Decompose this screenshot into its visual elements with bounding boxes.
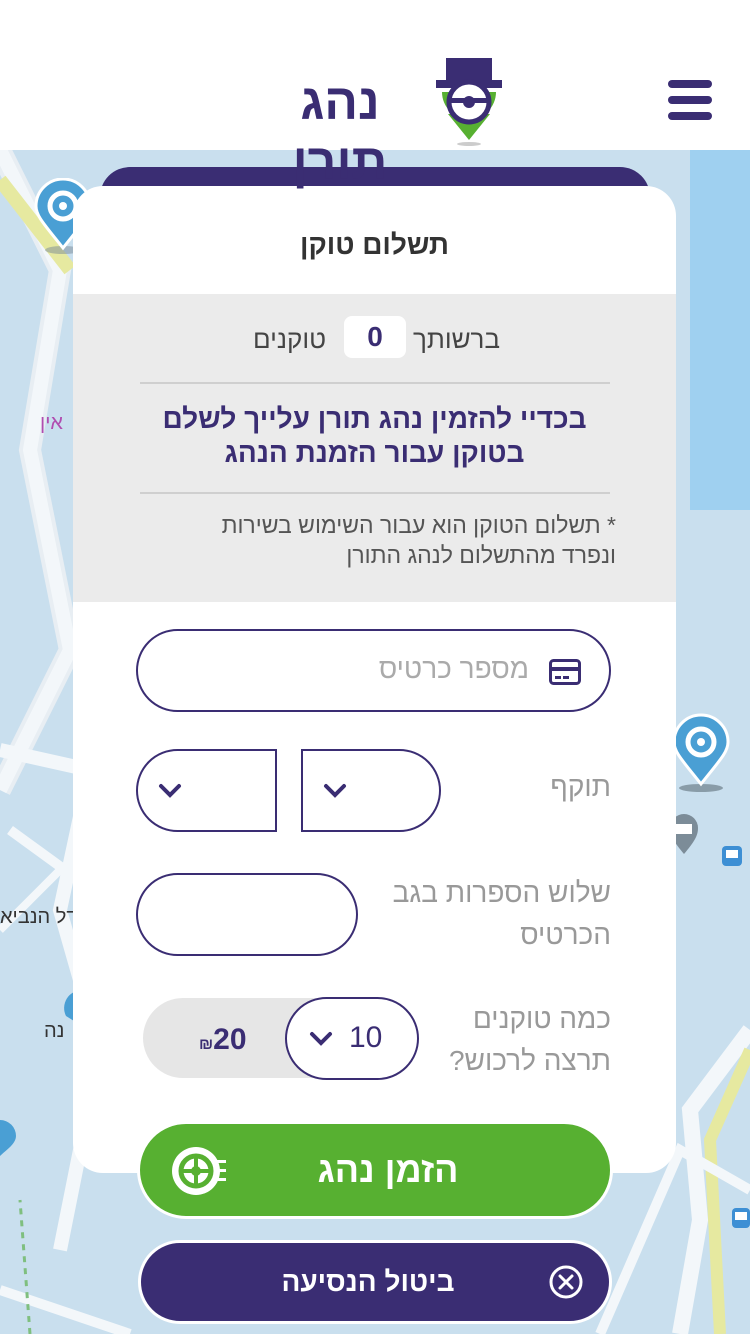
balance-value: 0 [344,316,406,358]
payment-disclaimer: * תשלום הטוקן הוא עבור השימוש בשירות ונפ… [133,510,616,570]
quantity-label: כמה טוקנים תרצה לרכוש? [449,998,611,1082]
divider [140,492,610,494]
cvv-label-line: שלוש הספרות בגב [392,877,611,908]
map-label: נה [44,1020,65,1042]
token-payment-card: תשלום טוקן ברשותך 0 טוקנים בכדיי להזמין … [73,186,676,1173]
disclaimer-line: ונפרד מהתשלום לנהג התורן [346,542,616,568]
price-value: ₪20 [199,1023,247,1057]
disclaimer-line: * תשלום הטוקן הוא עבור השימוש בשירות [221,512,616,538]
cvv-label-line: הכרטיס [520,919,611,950]
order-driver-label: הזמן נהג [317,1149,459,1190]
chevron-down-icon [324,784,346,798]
currency-symbol: ₪ [199,1036,214,1053]
driver-pin-icon[interactable] [672,712,730,792]
chevron-down-icon [310,1032,332,1046]
bus-stop-icon [722,846,742,866]
bus-stop-icon [732,1208,750,1228]
cvv-label: שלוש הספרות בגב הכרטיס [393,872,611,956]
payment-notice: בכדיי להזמין נהג תורן עלייך לשלם בטוקן ע… [113,402,636,470]
quantity-value: 10 [349,1021,383,1054]
brand-logo[interactable]: נהג תורן [250,58,502,190]
card-title: תשלום טוקן [300,229,449,260]
order-driver-button[interactable]: הזמן נהג [137,1121,613,1219]
app-screen: אין דל הנביא נה נהג תורן תשלום טוקן ברשו… [0,0,750,1334]
quantity-label-line: תרצה לרכוש? [448,1045,611,1076]
divider [140,382,610,384]
brand-name: נהג תורן [292,74,388,190]
credit-card-icon [549,659,581,685]
expiry-label: תוקף [550,771,611,802]
cancel-ride-label: ביטול הנסיעה [281,1266,455,1297]
cancel-ride-button[interactable]: ביטול הנסיעה [138,1240,612,1324]
balance-info-panel: ברשותך 0 טוקנים בכדיי להזמין נהג תורן על… [73,294,676,602]
balance-suffix: טוקנים [253,324,327,354]
map-label: אין [40,412,63,434]
card-number-placeholder: מספר כרטיס [378,653,529,684]
balance-row: ברשותך 0 טוקנים [73,316,676,360]
balance-prefix: ברשותך [412,324,500,354]
menu-icon[interactable] [668,80,712,120]
expiry-year-select[interactable] [136,749,277,832]
expiry-month-select[interactable] [301,749,441,832]
shopping-pin-icon [0,1116,16,1160]
cvv-input[interactable] [136,873,358,956]
quantity-label-line: כמה טוקנים [472,1003,611,1034]
app-header: נהג תורן [0,0,750,190]
close-circle-icon [549,1265,583,1299]
map-label: דל הנביא [0,906,78,928]
token-quantity-select[interactable]: 10 [285,997,419,1080]
driver-logo-icon [436,58,502,146]
notice-line: בטוקן עבור הזמנת הנהג [224,437,525,468]
chevron-down-icon [159,784,181,798]
notice-line: בכדיי להזמין נהג תורן עלייך לשלם [162,403,587,434]
price-amount: 20 [213,1023,247,1056]
card-number-input[interactable]: מספר כרטיס [136,629,611,712]
